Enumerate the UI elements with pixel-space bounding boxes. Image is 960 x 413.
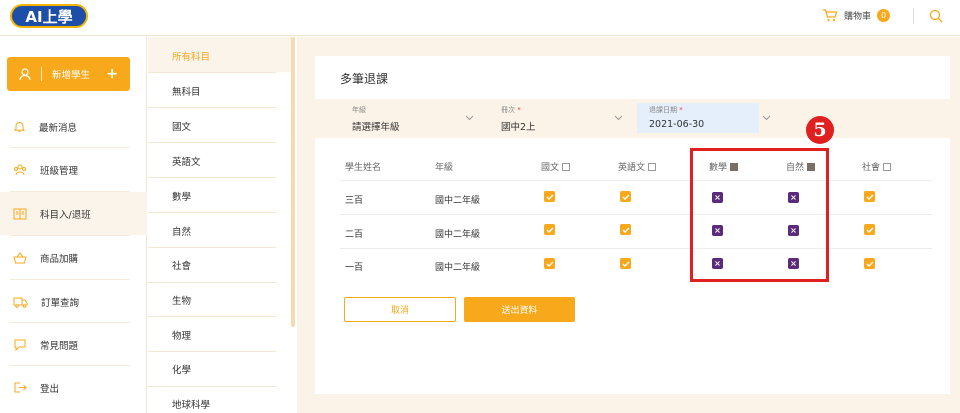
volume-value: 國中2上 [501,122,536,133]
check-icon[interactable] [620,224,631,235]
book-icon [13,208,27,219]
bell-icon [13,122,26,132]
grade-select[interactable]: 年級 請選擇年級 [340,101,483,136]
check-icon[interactable] [620,191,631,202]
student-grade: 國中二年級 [435,196,481,206]
sidebar-item-news[interactable]: 最新消息 [0,105,147,148]
add-student-label: 新增學生 [52,70,91,81]
plus-icon: + [106,66,118,82]
chevron-down-icon [465,115,474,121]
student-grade: 國中二年級 [435,263,481,273]
search-icon[interactable] [929,9,943,23]
checkbox[interactable] [648,162,657,171]
subject-item[interactable]: 自然 [172,224,191,238]
group-icon [14,164,26,176]
check-icon[interactable] [544,224,555,235]
check-icon[interactable] [864,191,875,202]
student-name: 三百 [345,196,364,206]
chevron-down-icon [762,115,771,121]
subject-item[interactable]: 物理 [172,328,191,342]
sidebar-item-class[interactable]: 班級管理 [0,148,147,191]
cart-icon [823,9,838,22]
sidebar-item-faq[interactable]: 常見問題 [0,323,147,366]
date-select[interactable]: 退課日期 * 2021-06-30 [637,101,780,136]
date-value: 2021-06-30 [649,119,705,130]
chevron-down-icon [614,115,623,121]
subject-active-bg [148,37,291,72]
step-number-badge: 5 [806,116,834,144]
highlight-box [690,148,829,282]
cart-count-badge: 0 [877,9,891,22]
subject-scrollbar[interactable] [291,37,295,327]
user-icon [19,67,31,80]
subject-item[interactable]: 社會 [172,258,191,272]
sidebar-item-shop[interactable]: 商品加購 [0,236,147,279]
sidebar-item-logout[interactable]: 登出 [0,366,147,409]
col-header-name: 學生姓名 [345,163,382,173]
logo[interactable]: AI上學 [10,4,88,28]
check-icon[interactable] [864,258,875,269]
cart-label: 購物車 [844,12,872,22]
checkbox[interactable] [562,162,571,171]
subject-item-all[interactable]: 所有科目 [172,49,210,63]
subject-item[interactable]: 國文 [172,119,191,133]
sidebar-item-orders[interactable]: 訂單查詢 [0,280,147,323]
check-icon[interactable] [620,258,631,269]
subject-item[interactable]: 英語文 [172,154,201,168]
truck-icon [13,297,28,308]
col-header-chinese[interactable]: 國文 [541,160,571,173]
basket-icon [13,251,27,263]
submit-button[interactable]: 送出資料 [464,297,575,322]
sidebar-item-enroll[interactable]: 科目入/退班 [0,192,147,235]
chat-icon [14,339,26,351]
volume-select[interactable]: 冊次 * 國中2上 [489,101,632,136]
col-header-social[interactable]: 社會 [862,160,892,173]
top-header: AI上學 購物車 0 [0,0,960,36]
cancel-button[interactable]: 取消 [344,297,456,322]
student-name: 二百 [345,230,364,240]
cart-button[interactable]: 購物車 0 [822,9,891,22]
subject-item[interactable]: 化學 [172,362,191,376]
subject-item[interactable]: 數學 [172,189,191,203]
check-icon[interactable] [544,191,555,202]
check-icon[interactable] [864,224,875,235]
subject-item[interactable]: 地球科學 [172,397,210,411]
page-title: 多筆退課 [340,72,389,86]
checkbox[interactable] [883,162,892,171]
logout-icon [14,382,27,393]
subject-item[interactable]: 無科目 [172,84,201,98]
col-header-english[interactable]: 英語文 [618,160,657,173]
header-divider [913,8,914,24]
col-header-grade: 年級 [435,163,454,173]
student-grade: 國中二年級 [435,230,481,240]
student-name: 一百 [345,263,364,273]
add-student-button[interactable]: 新增學生 + [7,57,130,91]
subject-item[interactable]: 生物 [172,293,191,307]
check-icon[interactable] [544,258,555,269]
subject-list [148,37,293,413]
grade-value: 請選擇年級 [352,122,400,133]
